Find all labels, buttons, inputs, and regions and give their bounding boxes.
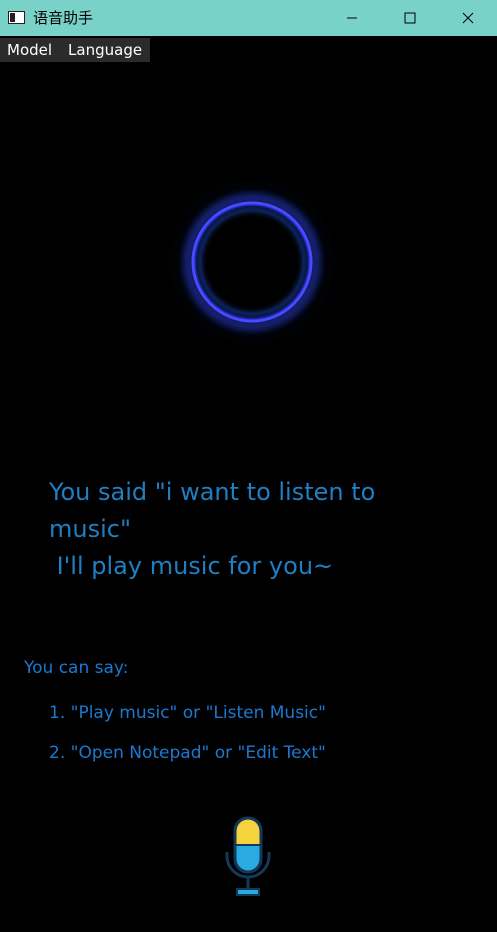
hints-title: You can say: xyxy=(24,658,129,678)
maximize-button[interactable] xyxy=(387,0,433,36)
minimize-icon xyxy=(347,17,357,19)
close-icon xyxy=(462,12,474,24)
voice-visualizer xyxy=(160,170,344,354)
response-line: You said "i want to listen to xyxy=(49,478,376,506)
response-line: I'll play music for you~ xyxy=(49,552,334,580)
menu-bar: Model Language xyxy=(0,38,150,62)
window-title: 语音助手 xyxy=(33,9,94,27)
microphone-icon[interactable] xyxy=(222,816,274,898)
response-text: You said "i want to listen to music" I'l… xyxy=(49,474,449,585)
menu-model[interactable]: Model xyxy=(0,38,52,62)
hint-item: 1. "Play music" or "Listen Music" xyxy=(49,703,326,723)
close-button[interactable] xyxy=(445,0,491,36)
maximize-icon xyxy=(404,12,416,24)
title-bar[interactable]: 语音助手 xyxy=(0,0,497,36)
minimize-button[interactable] xyxy=(329,0,375,36)
assistant-window: 语音助手 Model Language You said "i want to … xyxy=(0,0,497,932)
hint-item: 2. "Open Notepad" or "Edit Text" xyxy=(49,743,326,763)
menu-language[interactable]: Language xyxy=(61,38,142,62)
app-icon xyxy=(8,11,25,24)
response-line: music" xyxy=(49,515,131,543)
